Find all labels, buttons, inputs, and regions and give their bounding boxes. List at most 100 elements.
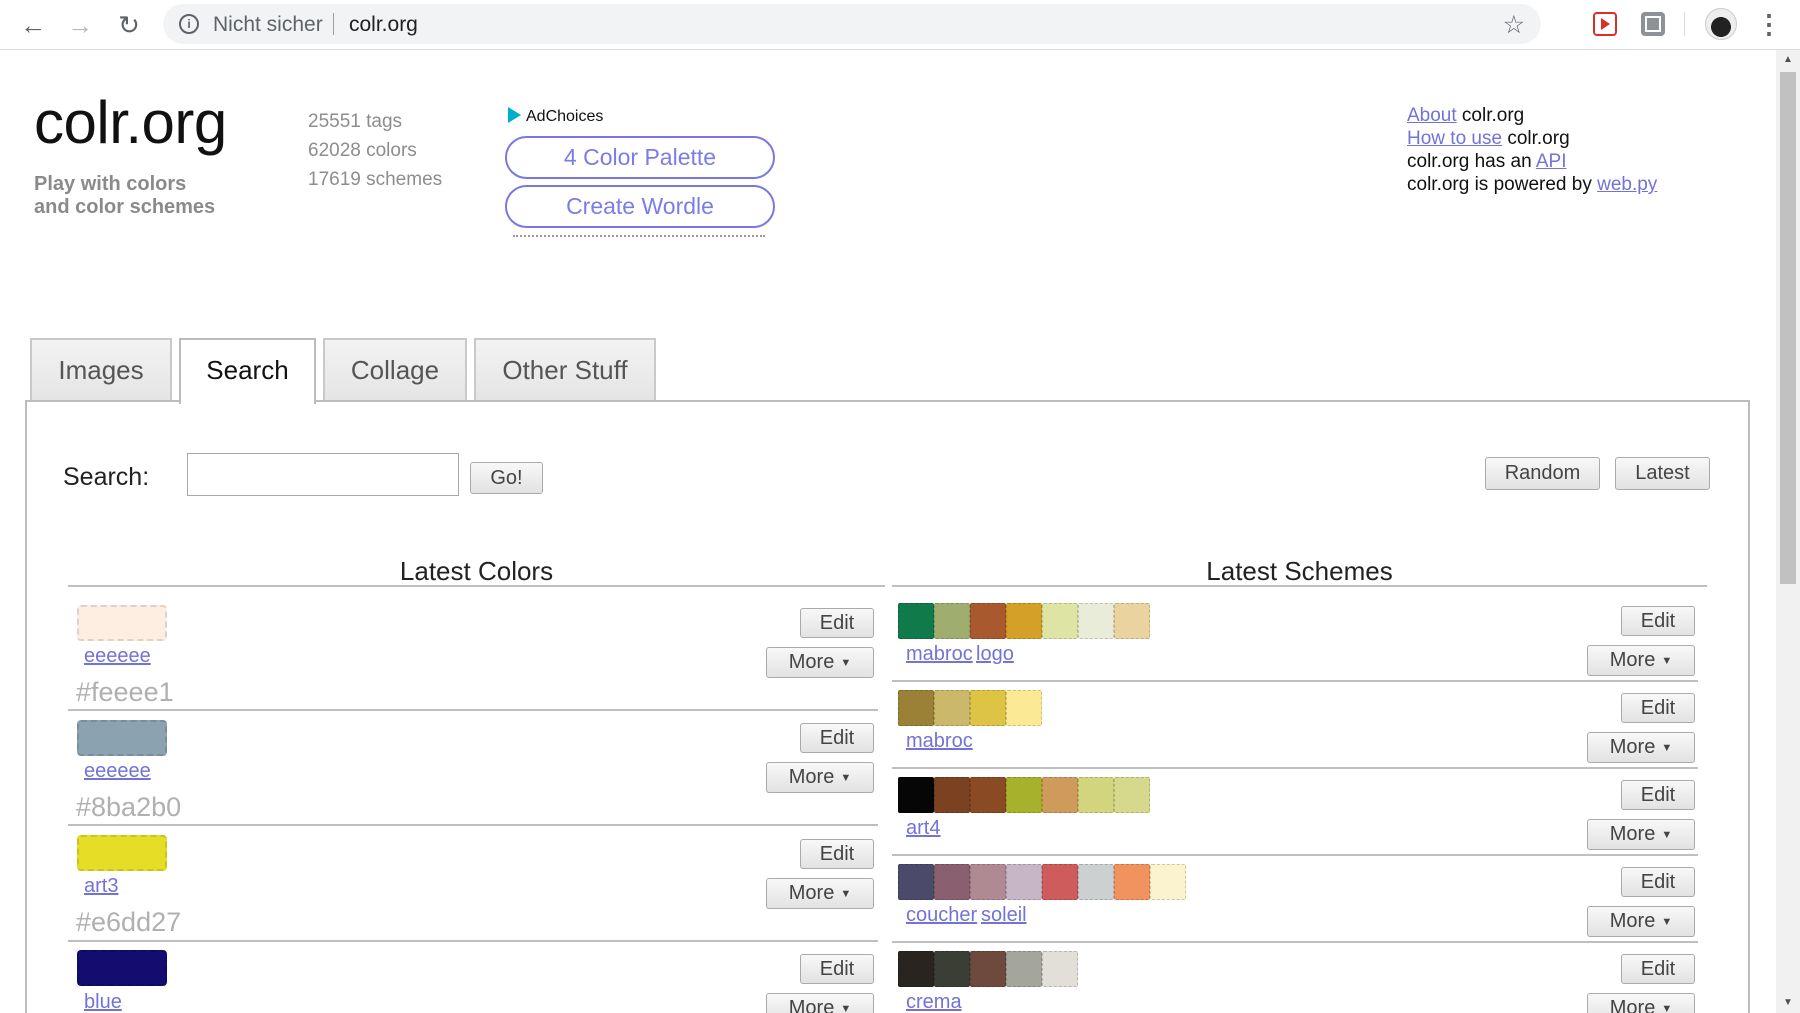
scheme-more-button[interactable]: More ▼ <box>1587 993 1695 1013</box>
scheme-tag-link[interactable]: logo <box>976 643 1014 666</box>
scheme-color-cell[interactable] <box>898 690 934 726</box>
color-swatch[interactable] <box>77 835 167 871</box>
scheme-color-cell[interactable] <box>898 777 934 813</box>
webpy-link[interactable]: web.py <box>1597 174 1657 195</box>
scheme-color-cell[interactable] <box>1114 777 1150 813</box>
scheme-color-cell[interactable] <box>1114 864 1150 900</box>
scheme-color-cell[interactable] <box>934 690 970 726</box>
adchoices-label[interactable]: AdChoices <box>508 107 603 126</box>
scroll-down-icon[interactable]: ▼ <box>1776 993 1800 1013</box>
scheme-swatches[interactable] <box>898 864 1186 900</box>
adchoices-text[interactable]: AdChoices <box>526 108 603 125</box>
color-swatch[interactable] <box>77 950 167 986</box>
info-icon[interactable]: i <box>179 14 199 34</box>
scheme-color-cell[interactable] <box>970 864 1006 900</box>
scheme-swatches[interactable] <box>898 690 1042 726</box>
scheme-color-cell[interactable] <box>898 951 934 987</box>
scheme-color-cell[interactable] <box>970 777 1006 813</box>
scheme-color-cell[interactable] <box>1150 864 1186 900</box>
scheme-swatches[interactable] <box>898 951 1078 987</box>
color-edit-button[interactable]: Edit <box>800 954 874 984</box>
tab-other-stuff[interactable]: Other Stuff <box>474 338 656 402</box>
scheme-color-cell[interactable] <box>1042 777 1078 813</box>
scheme-edit-button[interactable]: Edit <box>1621 693 1695 723</box>
site-logo[interactable]: colr.org <box>34 88 227 157</box>
scheme-color-cell[interactable] <box>1114 603 1150 639</box>
scheme-color-cell[interactable] <box>1006 864 1042 900</box>
scheme-color-cell[interactable] <box>970 690 1006 726</box>
color-swatch[interactable] <box>77 720 167 756</box>
scheme-tag-link[interactable]: art4 <box>906 817 940 840</box>
reload-icon[interactable]: ↻ <box>112 8 146 42</box>
scheme-more-button[interactable]: More ▼ <box>1587 819 1695 850</box>
scheme-edit-button[interactable]: Edit <box>1621 954 1695 984</box>
scheme-color-cell[interactable] <box>1006 603 1042 639</box>
scheme-more-button[interactable]: More ▼ <box>1587 906 1695 937</box>
random-button[interactable]: Random <box>1485 457 1600 490</box>
scheme-color-cell[interactable] <box>1006 777 1042 813</box>
scheme-color-cell[interactable] <box>934 777 970 813</box>
scheme-color-cell[interactable] <box>1042 603 1078 639</box>
scheme-tag-link[interactable]: coucher <box>906 904 977 927</box>
color-tag-link[interactable]: eeeeee <box>84 645 151 668</box>
how-to-use-link[interactable]: How to use <box>1407 128 1502 149</box>
scheme-color-cell[interactable] <box>1078 777 1114 813</box>
search-input[interactable] <box>187 453 459 496</box>
scheme-color-cell[interactable] <box>1042 951 1078 987</box>
scheme-color-cell[interactable] <box>970 603 1006 639</box>
scheme-tag-link[interactable]: crema <box>906 991 962 1013</box>
ad-4-color-palette-button[interactable]: 4 Color Palette <box>505 136 775 179</box>
menu-dots-icon[interactable]: ⋮ <box>1756 9 1782 39</box>
color-more-button[interactable]: More ▼ <box>766 647 874 678</box>
color-more-button[interactable]: More ▼ <box>766 878 874 909</box>
extension-gray-icon[interactable] <box>1641 12 1665 36</box>
url-text[interactable]: colr.org <box>349 13 418 37</box>
scheme-color-cell[interactable] <box>934 603 970 639</box>
scheme-tag-link[interactable]: mabroc <box>906 643 973 666</box>
scheme-tag-link[interactable]: mabroc <box>906 730 973 753</box>
scheme-color-cell[interactable] <box>1042 864 1078 900</box>
scheme-tag-link[interactable]: soleil <box>981 904 1027 927</box>
color-tag-link[interactable]: blue <box>84 991 122 1013</box>
extension-red-icon[interactable] <box>1593 12 1617 36</box>
color-edit-button[interactable]: Edit <box>800 723 874 753</box>
back-icon[interactable]: ← <box>16 8 50 42</box>
scheme-edit-button[interactable]: Edit <box>1621 867 1695 897</box>
tab-images[interactable]: Images <box>30 338 172 402</box>
color-edit-button[interactable]: Edit <box>800 608 874 638</box>
bookmark-star-icon[interactable]: ☆ <box>1503 10 1525 40</box>
scheme-color-cell[interactable] <box>1006 690 1042 726</box>
scheme-swatches[interactable] <box>898 777 1150 813</box>
color-more-button[interactable]: More ▼ <box>766 993 874 1013</box>
scheme-color-cell[interactable] <box>898 864 934 900</box>
color-swatch[interactable] <box>77 605 167 641</box>
color-edit-button[interactable]: Edit <box>800 839 874 869</box>
scheme-color-cell[interactable] <box>1078 864 1114 900</box>
color-more-button[interactable]: More ▼ <box>766 762 874 793</box>
scheme-edit-button[interactable]: Edit <box>1621 780 1695 810</box>
tab-collage[interactable]: Collage <box>323 338 467 402</box>
address-bar[interactable]: i Nicht sicher colr.org ☆ <box>163 4 1541 44</box>
page-scrollbar[interactable]: ▲ ▼ <box>1776 50 1800 1013</box>
scheme-color-cell[interactable] <box>934 864 970 900</box>
scheme-color-cell[interactable] <box>970 951 1006 987</box>
api-link[interactable]: API <box>1536 151 1567 172</box>
scheme-color-cell[interactable] <box>898 603 934 639</box>
scheme-more-button[interactable]: More ▼ <box>1587 732 1695 763</box>
color-tag-link[interactable]: eeeeee <box>84 760 151 783</box>
color-tag-link[interactable]: art3 <box>84 875 118 898</box>
scheme-color-cell[interactable] <box>934 951 970 987</box>
forward-icon[interactable]: → <box>63 8 97 42</box>
go-button[interactable]: Go! <box>470 462 543 494</box>
about-link[interactable]: About <box>1407 105 1457 126</box>
scroll-thumb[interactable] <box>1780 72 1796 584</box>
ad-create-wordle-button[interactable]: Create Wordle <box>505 185 775 228</box>
scroll-up-icon[interactable]: ▲ <box>1776 50 1800 70</box>
scheme-more-button[interactable]: More ▼ <box>1587 645 1695 676</box>
scheme-color-cell[interactable] <box>1006 951 1042 987</box>
scheme-color-cell[interactable] <box>1078 603 1114 639</box>
scheme-edit-button[interactable]: Edit <box>1621 606 1695 636</box>
security-label[interactable]: Nicht sicher <box>213 13 323 37</box>
adchoices-icon[interactable] <box>508 107 521 123</box>
tab-search[interactable]: Search <box>179 338 316 404</box>
